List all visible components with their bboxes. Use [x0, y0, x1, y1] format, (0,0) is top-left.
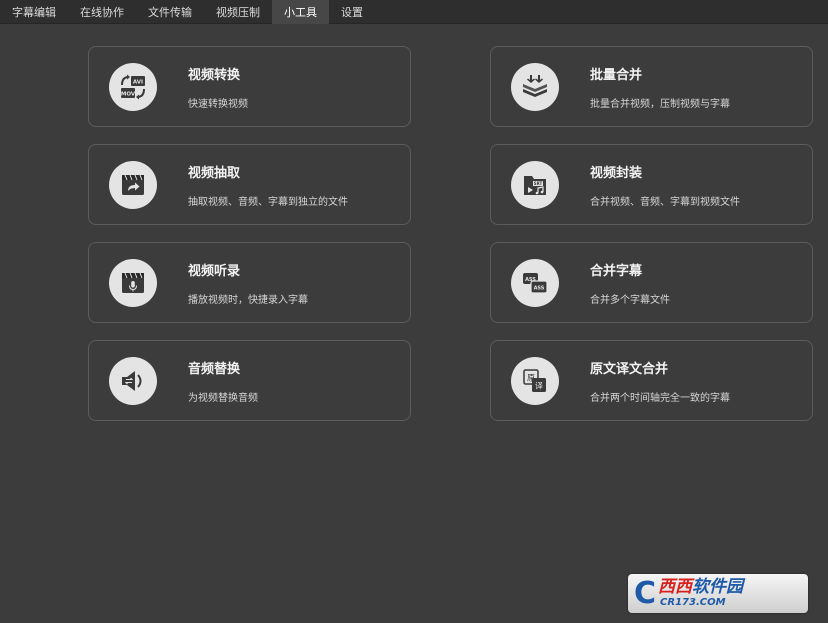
menu-tab-settings[interactable]: 设置: [329, 0, 375, 24]
tool-card-video-extract[interactable]: 视频抽取 抽取视频、音频、字幕到独立的文件: [88, 144, 411, 225]
watermark-brand: 西西软件园: [658, 579, 743, 596]
menubar: 字幕编辑 在线协作 文件传输 视频压制 小工具 设置: [0, 0, 828, 24]
icon-label-srt: SRT: [534, 181, 543, 186]
batch-merge-icon: [511, 63, 559, 111]
watermark-brand-blue: 软件园: [692, 577, 744, 597]
tool-card-video-transcribe[interactable]: 视频听录 播放视频时，快捷录入字幕: [88, 242, 411, 323]
tool-title: 合并字幕: [590, 264, 643, 279]
watermark-site: CR173.COM: [660, 597, 726, 608]
tool-title: 视频抽取: [188, 166, 241, 181]
video-transcribe-icon: [109, 259, 157, 307]
tool-description: 快速转换视频: [188, 99, 248, 110]
tool-title: 音频替换: [188, 362, 241, 377]
tool-card-video-convert[interactable]: AVI MOV 视频转换 快速转换视频: [88, 46, 411, 127]
tool-description: 播放视频时，快捷录入字幕: [188, 295, 308, 306]
menu-tab-video-encode[interactable]: 视频压制: [204, 0, 272, 24]
icon-label-translation: 译: [535, 382, 543, 391]
watermark-text: 西西软件园 CR173.COM: [658, 579, 743, 608]
tool-card-batch-merge[interactable]: 批量合并 批量合并视频，压制视频与字幕: [490, 46, 813, 127]
tool-description: 批量合并视频，压制视频与字幕: [590, 99, 730, 110]
video-convert-icon: AVI MOV: [109, 63, 157, 111]
merge-subtitle-icon: ASS ASS: [511, 259, 559, 307]
icon-label-ass-2: ASS: [534, 285, 545, 291]
video-extract-icon: [109, 161, 157, 209]
tool-description: 合并两个时间轴完全一致的字幕: [590, 393, 730, 404]
watermark-brand-red: 西西: [658, 577, 693, 597]
bilingual-merge-icon: 原 译: [511, 357, 559, 405]
icon-label-avi: AVI: [133, 80, 143, 86]
tool-card-video-package[interactable]: SRT 视频封装 合并视频、音频、字幕到视频文件: [490, 144, 813, 225]
tool-description: 合并视频、音频、字幕到视频文件: [590, 197, 740, 208]
tool-card-audio-replace[interactable]: 音频替换 为视频替换音频: [88, 340, 411, 421]
tool-title: 批量合并: [590, 68, 643, 83]
tool-title: 视频听录: [188, 264, 241, 279]
video-package-icon: SRT: [511, 161, 559, 209]
menu-tab-tools[interactable]: 小工具: [272, 0, 329, 24]
tool-description: 合并多个字幕文件: [590, 295, 670, 306]
audio-replace-icon: [109, 357, 157, 405]
tool-card-bilingual-merge[interactable]: 原 译 原文译文合并 合并两个时间轴完全一致的字幕: [490, 340, 813, 421]
tool-title: 视频封装: [590, 166, 643, 181]
menu-tab-file-transfer[interactable]: 文件传输: [136, 0, 204, 24]
icon-label-mov: MOV: [121, 92, 136, 98]
watermark-logo-letter: C: [634, 575, 657, 611]
tool-title: 视频转换: [188, 68, 241, 83]
menu-tab-online-collab[interactable]: 在线协作: [68, 0, 136, 24]
tool-title: 原文译文合并: [590, 362, 669, 377]
tool-description: 为视频替换音频: [188, 393, 258, 404]
watermark-logo: C 西西软件园 CR173.COM: [628, 574, 808, 613]
tool-description: 抽取视频、音频、字幕到独立的文件: [188, 197, 348, 208]
tool-card-merge-subtitle[interactable]: ASS ASS 合并字幕 合并多个字幕文件: [490, 242, 813, 323]
menu-tab-subtitle-edit[interactable]: 字幕编辑: [0, 0, 68, 24]
